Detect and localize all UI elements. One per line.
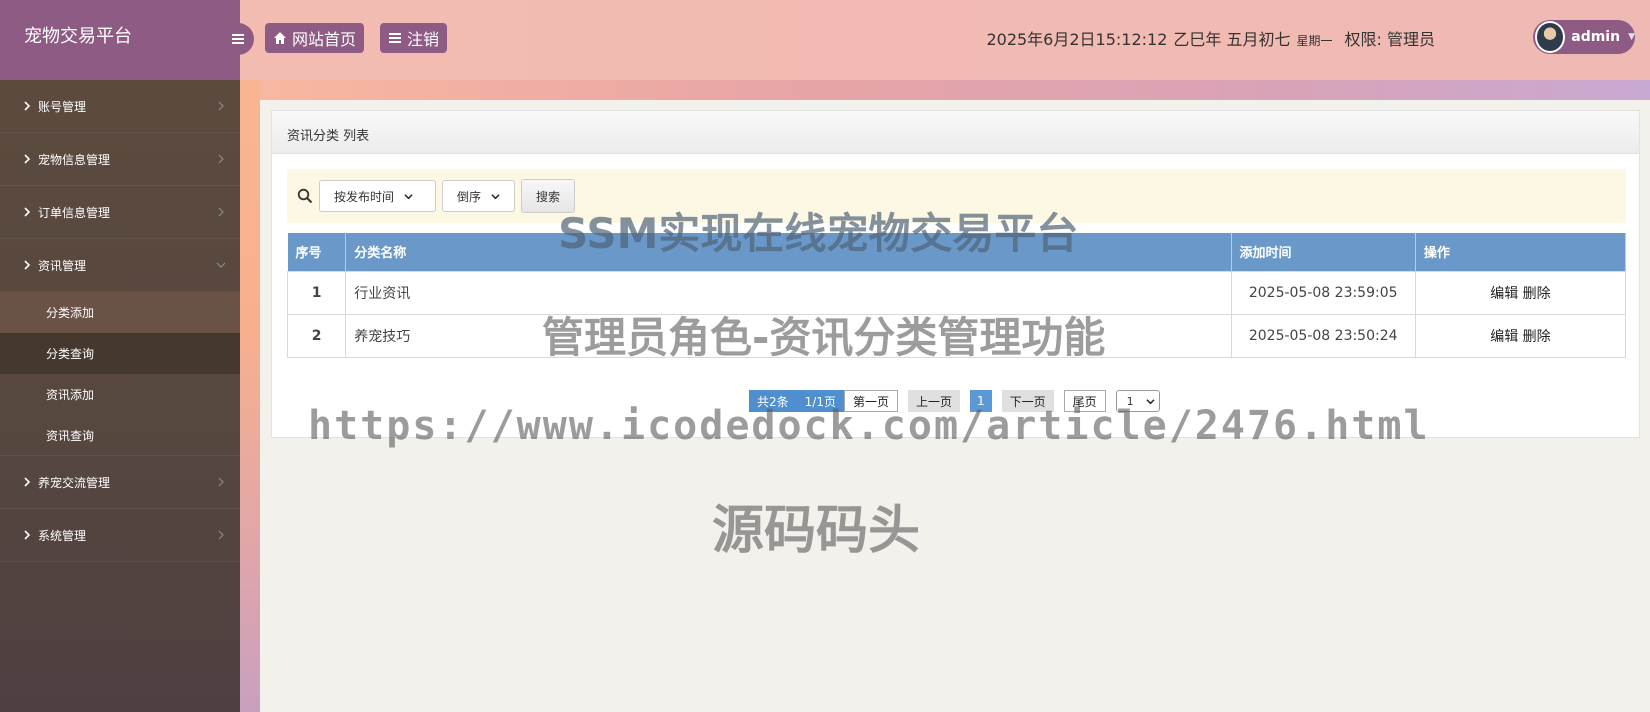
- sort-order-value: 倒序: [457, 189, 482, 204]
- chevron-down-icon: [216, 262, 226, 268]
- header-gradient-strip: [240, 80, 1650, 100]
- sidebar-item-pet-info[interactable]: 宠物信息管理: [0, 133, 240, 186]
- sidebar-item-label: 宠物信息管理: [38, 152, 111, 167]
- username: admin: [1571, 29, 1621, 45]
- edit-link[interactable]: 编辑: [1490, 286, 1518, 302]
- chevron-right-icon: [24, 154, 31, 164]
- search-icon: [297, 188, 313, 204]
- sidebar-item-label: 订单信息管理: [38, 205, 111, 220]
- cell-time: 2025-05-08 23:59:05: [1230, 270, 1416, 315]
- chevron-right-icon: [218, 530, 224, 540]
- hamburger-icon: [232, 34, 244, 44]
- sidebar-item-label: 资讯管理: [38, 258, 87, 273]
- chevron-right-icon: [218, 477, 224, 487]
- sidebar: 账号管理 宠物信息管理 订单信息管理 资讯管理 分类添加 分类查询 资讯添加 资…: [0, 80, 240, 712]
- chevron-right-icon: [218, 207, 224, 217]
- sidebar-item-pet-exchange[interactable]: 养宠交流管理: [0, 456, 240, 509]
- sidebar-subitem-label: 资讯添加: [46, 388, 95, 402]
- lunar-date: 乙巳年 五月初七: [1173, 30, 1291, 49]
- sidebar-subitem-label: 分类查询: [46, 347, 95, 361]
- panel-title-text: 资讯分类 列表: [287, 129, 370, 144]
- column-header-time: 添加时间: [1231, 233, 1416, 271]
- sidebar-subitem-category-query[interactable]: 分类查询: [0, 333, 240, 374]
- cell-actions: 编辑 删除: [1414, 313, 1627, 358]
- edit-link[interactable]: 编辑: [1490, 329, 1518, 345]
- list-icon: [389, 33, 401, 43]
- user-menu[interactable]: admin ▼: [1533, 20, 1635, 54]
- sidebar-item-system[interactable]: 系统管理: [0, 509, 240, 562]
- chevron-right-icon: [218, 101, 224, 111]
- home-icon: [274, 32, 286, 44]
- chevron-right-icon: [24, 477, 31, 487]
- sidebar-item-news[interactable]: 资讯管理: [0, 239, 240, 292]
- watermark-title: SSM实现在线宠物交易平台: [558, 209, 1079, 258]
- sidebar-edge: [240, 80, 260, 712]
- app-title: 宠物交易平台: [24, 26, 132, 47]
- cell-actions: 编辑 删除: [1414, 270, 1627, 315]
- watermark-subtitle: 管理员角色-资讯分类管理功能: [542, 313, 1106, 362]
- panel-title: 资讯分类 列表: [272, 111, 1639, 154]
- chevron-right-icon: [24, 207, 31, 217]
- sidebar-item-accounts[interactable]: 账号管理: [0, 80, 240, 133]
- chevron-down-icon: [404, 193, 413, 199]
- chevron-right-icon: [24, 101, 31, 111]
- header-info: 2025年6月2日15:12:12 乙巳年 五月初七 星期一 权限: 管理员: [986, 26, 1435, 49]
- current-datetime: 2025年6月2日15:12:12: [986, 30, 1168, 49]
- logout-label: 注销: [407, 30, 440, 49]
- search-button-label: 搜索: [535, 189, 560, 204]
- list-panel: 资讯分类 列表 按发布时间 倒序 搜索 序号 分类名称 添加时间 操作 1 行业…: [271, 110, 1640, 438]
- cell-time: 2025-05-08 23:50:24: [1230, 313, 1416, 358]
- chevron-down-icon: [491, 193, 500, 199]
- logout-button[interactable]: 注销: [380, 23, 448, 53]
- sidebar-subitem-news-add[interactable]: 资讯添加: [0, 374, 240, 415]
- role-label: 权限: 管理员: [1344, 30, 1435, 49]
- watermark-brand: 源码码头: [712, 501, 921, 561]
- chevron-right-icon: [24, 530, 31, 540]
- sidebar-subitem-label: 分类添加: [46, 306, 95, 320]
- avatar: [1535, 21, 1566, 53]
- sidebar-item-orders[interactable]: 订单信息管理: [0, 186, 240, 239]
- chevron-right-icon: [218, 154, 224, 164]
- sidebar-item-label: 系统管理: [38, 528, 87, 543]
- sort-field-select[interactable]: 按发布时间: [319, 180, 436, 212]
- sidebar-subitem-news-query[interactable]: 资讯查询: [0, 415, 240, 456]
- home-label: 网站首页: [292, 30, 357, 49]
- chevron-right-icon: [24, 260, 31, 270]
- delete-link[interactable]: 删除: [1523, 329, 1551, 345]
- sidebar-item-label: 账号管理: [38, 99, 87, 114]
- sort-order-select[interactable]: 倒序: [442, 180, 515, 212]
- website-home-button[interactable]: 网站首页: [265, 23, 365, 53]
- column-header-actions: 操作: [1415, 233, 1627, 271]
- caret-down-icon: ▼: [1628, 32, 1635, 42]
- column-header-id: 序号: [287, 233, 347, 271]
- watermark-url: https://www.icodedock.com/article/2476.h…: [308, 403, 1430, 449]
- cell-id: 1: [286, 270, 347, 315]
- weekday: 星期一: [1296, 34, 1333, 48]
- sidebar-toggle-button[interactable]: [222, 23, 254, 55]
- sidebar-subitem-label: 资讯查询: [46, 428, 95, 443]
- top-header: [240, 0, 1650, 80]
- cell-id: 2: [286, 313, 347, 358]
- sidebar-subitem-category-add[interactable]: 分类添加: [0, 292, 240, 333]
- app-brand: 宠物交易平台: [0, 0, 240, 80]
- sidebar-item-label: 养宠交流管理: [38, 475, 111, 490]
- sort-field-value: 按发布时间: [334, 189, 395, 204]
- delete-link[interactable]: 删除: [1523, 286, 1551, 302]
